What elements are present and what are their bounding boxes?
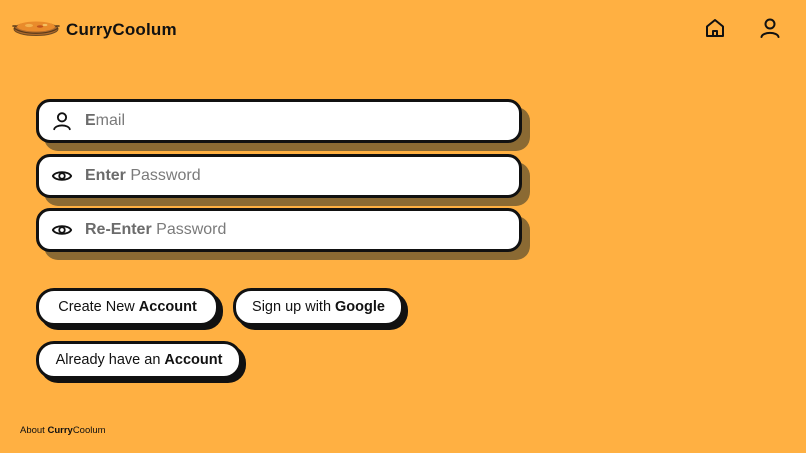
email-field[interactable]: Email <box>36 99 522 143</box>
profile-button[interactable] <box>758 16 782 40</box>
user-icon <box>760 18 780 38</box>
app-header: CurryCoolum <box>0 0 806 60</box>
brand-name-part2: Coolum <box>112 19 177 39</box>
curry-bowl-icon <box>12 21 60 36</box>
password-placeholder-rest: Password <box>130 167 201 184</box>
reenter-password-placeholder-rest: Password <box>156 221 227 238</box>
about-brand-strong: Curry <box>47 425 73 436</box>
about-link[interactable]: About CurryCoolum <box>20 425 106 436</box>
google-signup-button[interactable]: Sign up with Google <box>233 288 404 326</box>
home-button[interactable] <box>703 16 727 40</box>
reenter-password-placeholder-strong: Re-Enter <box>85 221 152 238</box>
existing-account-label-regular: Already have an <box>55 351 161 368</box>
eye-icon[interactable] <box>51 219 73 241</box>
create-account-label-strong: Account <box>138 298 197 315</box>
about-brand-rest: Coolum <box>72 425 106 436</box>
email-placeholder-rest: mail <box>95 112 126 129</box>
create-account-label-regular: Create New <box>58 298 135 315</box>
home-icon <box>706 19 724 37</box>
about-prefix: About <box>20 425 45 436</box>
google-signup-label-strong: Google <box>335 298 385 315</box>
reenter-password-placeholder: Re-Enter Password <box>85 222 226 238</box>
email-placeholder: Email <box>85 113 125 129</box>
brand-name-part1: Curry <box>66 19 113 39</box>
password-placeholder-strong: Enter <box>85 167 126 184</box>
email-placeholder-strong: E <box>85 112 96 129</box>
brand-name: CurryCoolum <box>66 21 177 38</box>
user-icon <box>53 112 71 131</box>
create-account-button[interactable]: Create New Account <box>36 288 219 326</box>
existing-account-button[interactable]: Already have an Account <box>36 341 242 379</box>
password-field[interactable]: Enter Password <box>36 154 522 198</box>
existing-account-label-strong: Account <box>164 351 223 368</box>
brand-logo[interactable]: CurryCoolum <box>12 14 177 44</box>
password-placeholder: Enter Password <box>85 168 201 184</box>
google-signup-label-regular: Sign up with <box>252 298 332 315</box>
reenter-password-field[interactable]: Re-Enter Password <box>36 208 522 252</box>
eye-icon[interactable] <box>51 165 73 187</box>
